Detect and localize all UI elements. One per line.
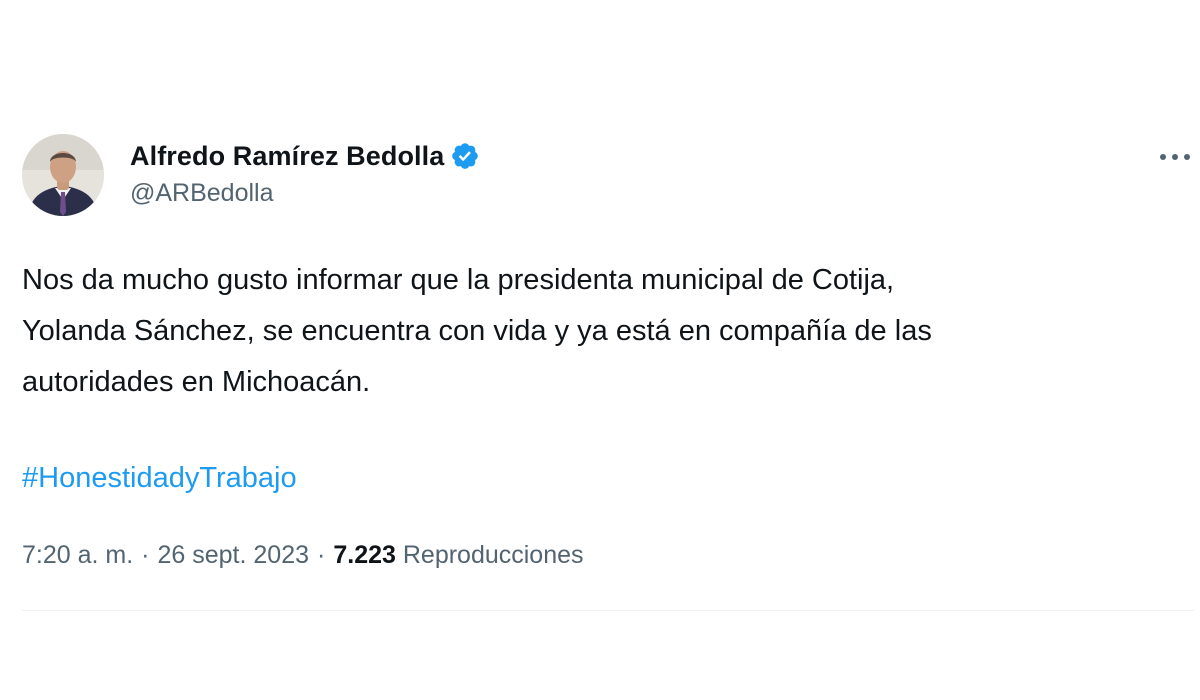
more-options-icon (1160, 154, 1190, 160)
tweet-text: Nos da mucho gusto informar que la presi… (22, 264, 932, 398)
display-name-row[interactable]: Alfredo Ramírez Bedolla (130, 136, 480, 176)
verified-badge-icon (450, 141, 480, 171)
display-name[interactable]: Alfredo Ramírez Bedolla (130, 141, 444, 172)
more-options-button[interactable] (1152, 140, 1198, 174)
avatar[interactable] (22, 134, 104, 216)
avatar-image (22, 134, 104, 216)
author-handle[interactable]: @ARBedolla (130, 179, 480, 208)
views-count: 7.223 (333, 541, 396, 569)
views-label: Reproducciones (402, 541, 584, 569)
tweet-date[interactable]: 26 sept. 2023 (158, 541, 310, 569)
meta-separator: · (141, 541, 150, 569)
meta-separator: · (317, 541, 326, 569)
tweet: Alfredo Ramírez Bedolla @ARBedolla Nos d… (0, 0, 1200, 700)
tweet-time[interactable]: 7:20 a. m. (22, 541, 133, 569)
hashtag-link[interactable]: #HonestidadyTrabajo (22, 456, 297, 500)
tweet-meta: 7:20 a. m. · 26 sept. 2023 · 7.223 Reproducc… (22, 535, 584, 575)
divider (22, 610, 1194, 611)
author-info: Alfredo Ramírez Bedolla @ARBedolla (130, 136, 480, 208)
